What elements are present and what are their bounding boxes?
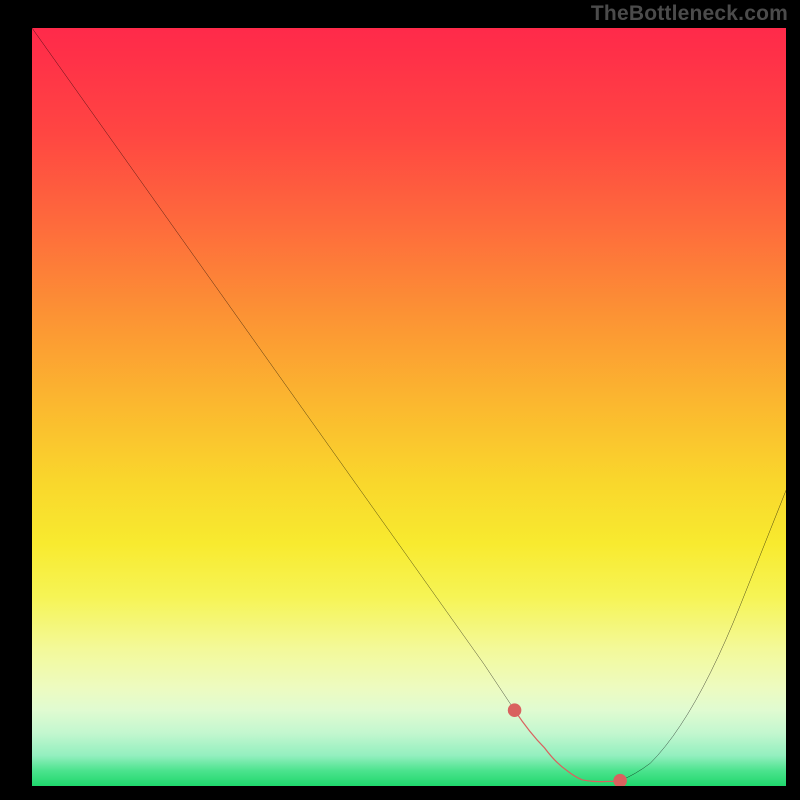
bottleneck-curve-svg [32, 28, 786, 786]
flat-zone-highlight [515, 710, 621, 781]
flat-zone-start-dot [508, 703, 522, 717]
plot-area [32, 28, 786, 786]
watermark-label: TheBottleneck.com [591, 2, 788, 26]
bottleneck-curve-path [32, 28, 786, 782]
flat-zone-end-dot [613, 774, 627, 786]
chart-frame: TheBottleneck.com [0, 0, 800, 800]
